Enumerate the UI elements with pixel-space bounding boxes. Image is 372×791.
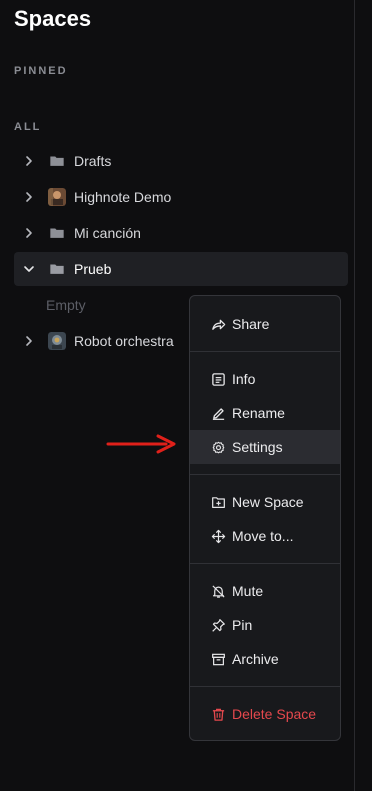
menu-divider xyxy=(190,686,340,687)
menu-item-info[interactable]: Info xyxy=(190,362,340,396)
menu-item-pin[interactable]: Pin xyxy=(190,608,340,642)
menu-item-label: Move to... xyxy=(232,528,294,544)
annotation-arrow xyxy=(106,434,176,454)
menu-item-new-space[interactable]: New Space xyxy=(190,485,340,519)
menu-item-label: Mute xyxy=(232,583,264,599)
space-label: Prueb xyxy=(74,261,112,277)
menu-item-share[interactable]: Share xyxy=(190,307,340,341)
menu-item-label: Archive xyxy=(232,651,279,667)
menu-item-label: Info xyxy=(232,371,256,387)
menu-item-label: New Space xyxy=(232,494,304,510)
page-title: Spaces xyxy=(14,6,92,31)
menu-item-mute[interactable]: Mute xyxy=(190,574,340,608)
all-section-heading: ALL xyxy=(14,121,42,133)
empty-space-placeholder: Empty xyxy=(46,297,86,313)
space-item-drafts[interactable]: Drafts xyxy=(14,144,348,178)
space-label: Drafts xyxy=(74,153,112,169)
archive-box-icon xyxy=(210,651,226,667)
menu-divider xyxy=(190,563,340,564)
space-item-robot-orchestra[interactable]: Robot orchestra xyxy=(14,324,189,358)
pinned-section-heading: PINNED xyxy=(14,65,68,77)
menu-item-settings[interactable]: Settings xyxy=(190,430,340,464)
menu-item-label: Delete Space xyxy=(232,706,317,722)
space-label: Highnote Demo xyxy=(74,189,172,205)
menu-item-label: Settings xyxy=(232,439,283,455)
move-arrows-icon xyxy=(210,528,226,544)
share-icon xyxy=(210,316,226,332)
panel-divider xyxy=(354,0,355,791)
chevron-down-icon[interactable] xyxy=(22,262,36,276)
menu-item-label: Pin xyxy=(232,617,253,633)
gear-icon xyxy=(210,439,226,455)
menu-item-rename[interactable]: Rename xyxy=(190,396,340,430)
chevron-right-icon[interactable] xyxy=(22,190,36,204)
space-item-prueb[interactable]: Prueb xyxy=(14,252,348,286)
chevron-right-icon[interactable] xyxy=(22,154,36,168)
space-thumbnail xyxy=(48,332,66,350)
pencil-icon xyxy=(210,405,226,421)
space-thumbnail xyxy=(48,188,66,206)
bell-off-icon xyxy=(210,583,226,599)
menu-item-label: Rename xyxy=(232,405,285,421)
menu-item-label: Share xyxy=(232,316,270,332)
space-item-mi-cancion[interactable]: Mi canción xyxy=(14,216,348,250)
space-label: Robot orchestra xyxy=(74,333,174,349)
folder-plus-icon xyxy=(210,494,226,510)
folder-icon xyxy=(48,224,66,242)
space-label: Mi canción xyxy=(74,225,141,241)
space-context-menu: Share Info Rename Settings New Space Mov… xyxy=(189,295,341,741)
menu-item-archive[interactable]: Archive xyxy=(190,642,340,676)
space-item-highnote-demo[interactable]: Highnote Demo xyxy=(14,180,348,214)
folder-icon xyxy=(48,260,66,278)
trash-icon xyxy=(210,706,226,722)
pin-icon xyxy=(210,617,226,633)
chevron-right-icon[interactable] xyxy=(22,226,36,240)
menu-divider xyxy=(190,474,340,475)
folder-icon xyxy=(48,152,66,170)
menu-item-delete-space[interactable]: Delete Space xyxy=(190,697,340,731)
info-icon xyxy=(210,371,226,387)
chevron-right-icon[interactable] xyxy=(22,334,36,348)
menu-divider xyxy=(190,351,340,352)
menu-item-move-to[interactable]: Move to... xyxy=(190,519,340,553)
